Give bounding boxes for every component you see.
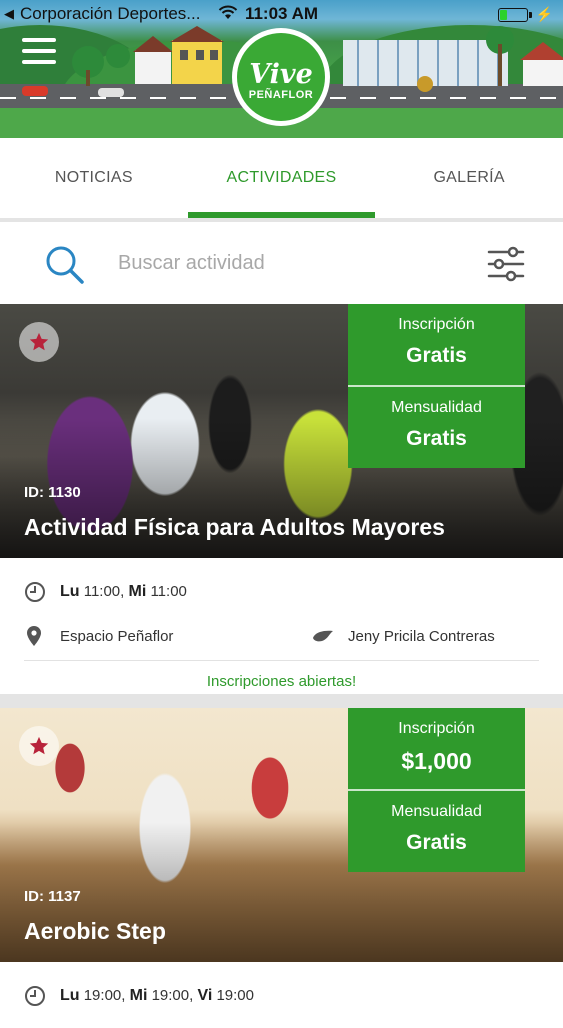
whistle-icon (313, 630, 333, 642)
location-label: Espacio Peñaflor (60, 627, 174, 645)
activity-image[interactable]: Inscripción Gratis Mensualidad Gratis ID… (0, 304, 563, 558)
monthly-label: Mensualidad (391, 398, 482, 416)
hamburger-menu-icon[interactable] (22, 38, 56, 66)
charging-icon: ⚡ (535, 6, 553, 22)
clock-icon (25, 986, 45, 1006)
activity-card[interactable]: Inscripción $1,000 Mensualidad Gratis ID… (0, 708, 563, 1028)
monthly-value: Gratis (406, 830, 467, 854)
star-icon (29, 332, 49, 351)
schedule-row: Lu 19:00, Mi 19:00, Vi 19:00 (24, 962, 539, 1028)
app-header: ◀ Corporación Deportes... 11:03 AM ⚡ Viv… (0, 0, 563, 138)
search-icon[interactable] (44, 244, 86, 286)
inscription-label: Inscripción (398, 316, 475, 333)
clock-icon (25, 582, 45, 602)
activity-card[interactable]: Inscripción Gratis Mensualidad Gratis ID… (0, 304, 563, 702)
battery-indicator: ⚡ (497, 6, 553, 23)
instructor-label: Jeny Pricila Contreras (348, 627, 495, 645)
tab-actividades[interactable]: ACTIVIDADES (187, 138, 376, 218)
app-logo[interactable]: Vive PEÑAFLOR (232, 28, 330, 126)
monthly-label: Mensualidad (391, 802, 482, 820)
activity-title: Aerobic Step (24, 918, 166, 944)
filter-icon[interactable] (487, 244, 525, 284)
activity-id: ID: 1130 (24, 484, 81, 501)
tab-bar: NOTICIAS ACTIVIDADES GALERÍA (0, 138, 563, 218)
schedule-row: Lu 11:00, Mi 11:00 (24, 558, 539, 624)
activity-id: ID: 1137 (24, 888, 81, 905)
activity-title: Actividad Física para Adultos Mayores (24, 514, 445, 540)
logo-text: Vive (249, 59, 313, 90)
monthly-value: Gratis (406, 426, 467, 450)
search-input[interactable] (118, 246, 458, 280)
inscription-value: $1,000 (401, 748, 472, 774)
activity-image[interactable]: Inscripción $1,000 Mensualidad Gratis ID… (0, 708, 563, 962)
tab-noticias[interactable]: NOTICIAS (0, 138, 188, 218)
price-box: Inscripción $1,000 Mensualidad Gratis (348, 708, 525, 872)
status-bar: ◀ Corporación Deportes... 11:03 AM ⚡ (0, 0, 563, 28)
battery-icon (497, 7, 532, 22)
search-bar (0, 222, 563, 304)
star-icon (29, 736, 49, 755)
location-pin-icon (27, 626, 41, 646)
price-box: Inscripción Gratis Mensualidad Gratis (348, 304, 525, 468)
location-row: Espacio Peñaflor Jeny Pricila Contreras (24, 624, 539, 648)
schedule-text: Lu 11:00, Mi 11:00 (60, 583, 187, 600)
favorite-button[interactable] (19, 322, 59, 362)
favorite-button[interactable] (19, 726, 59, 766)
tab-galeria[interactable]: GALERÍA (375, 138, 563, 218)
inscription-label: Inscripción (398, 720, 475, 737)
clock: 11:03 AM (244, 4, 319, 23)
schedule-text: Lu 19:00, Mi 19:00, Vi 19:00 (60, 987, 254, 1004)
logo-subtext: PEÑAFLOR (248, 89, 314, 101)
inscription-value: Gratis (406, 344, 467, 367)
card-divider (0, 694, 563, 708)
